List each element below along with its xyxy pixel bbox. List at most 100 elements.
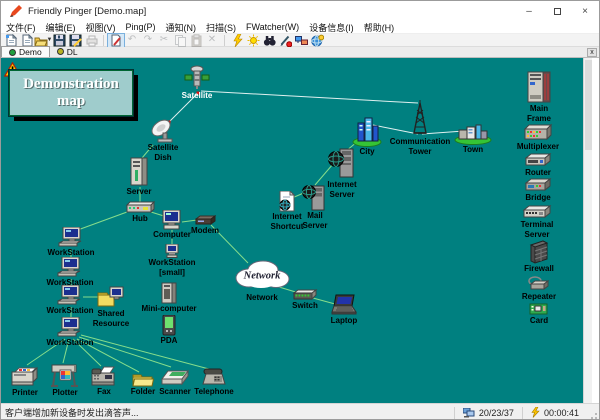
open-button[interactable]: ▼ bbox=[35, 34, 51, 47]
toolbar-separator bbox=[224, 35, 225, 46]
device-label: Main bbox=[499, 105, 579, 114]
device-counter-panel: 20/23/37 bbox=[455, 404, 522, 420]
termserver-icon bbox=[522, 205, 552, 220]
toolbar-separator bbox=[103, 35, 104, 46]
folder_open-icon bbox=[34, 34, 48, 47]
server-icon bbox=[129, 157, 149, 187]
device-label: Frame bbox=[499, 115, 579, 124]
menu-item-8[interactable]: 帮助(H) bbox=[359, 21, 400, 34]
device-label: [small] bbox=[132, 269, 212, 278]
device-repeater[interactable]: Repeater bbox=[499, 275, 579, 302]
scan-icon bbox=[295, 34, 308, 47]
menu-item-2[interactable]: 视图(V) bbox=[81, 21, 121, 34]
device-workstation-1[interactable]: WorkStation bbox=[31, 227, 111, 258]
cloud-icon: Network bbox=[233, 257, 291, 293]
pda-icon bbox=[162, 315, 177, 336]
paste-button[interactable] bbox=[188, 34, 204, 47]
scrollbar-thumb[interactable] bbox=[585, 60, 592, 150]
device-counter: 20/23/37 bbox=[479, 408, 514, 418]
device-laptop[interactable]: Laptop bbox=[304, 294, 384, 326]
redo-button[interactable]: ↷ bbox=[140, 34, 156, 47]
edit_mode-icon bbox=[110, 34, 123, 47]
device-satellite-dish[interactable]: SatelliteDish bbox=[123, 119, 203, 162]
device-workstation-small[interactable]: WorkStation[small] bbox=[132, 244, 212, 277]
menu-item-6[interactable]: FWatcher(W) bbox=[241, 21, 304, 34]
tab-close-button[interactable]: x bbox=[587, 48, 597, 57]
status-message: 客户端增加新设备时发出滴答声... bbox=[1, 406, 454, 419]
device-label: WorkStation bbox=[30, 339, 110, 348]
export-button[interactable] bbox=[67, 34, 83, 47]
delete-icon: ✕ bbox=[208, 35, 216, 45]
network-map-canvas[interactable]: Demonstration map Satellite SatelliteDish… bbox=[1, 58, 592, 403]
bolt-icon bbox=[231, 34, 244, 47]
map-title-line1: Demonstration bbox=[23, 76, 119, 93]
city-icon bbox=[352, 117, 382, 147]
archive-button[interactable] bbox=[83, 34, 99, 47]
modem-icon bbox=[194, 214, 216, 226]
device-modem[interactable]: Modem bbox=[165, 214, 245, 236]
copy-button[interactable] bbox=[172, 34, 188, 47]
save-button[interactable] bbox=[51, 34, 67, 47]
device-multiplexer[interactable]: Multiplexer bbox=[498, 123, 578, 152]
menu-item-0[interactable]: 文件(F) bbox=[1, 21, 41, 34]
device-label: Mail bbox=[275, 212, 355, 221]
device-pda[interactable]: PDA bbox=[129, 315, 209, 346]
laptop-icon bbox=[330, 294, 358, 316]
satellite-icon bbox=[184, 65, 210, 91]
device-server[interactable]: Server bbox=[99, 157, 179, 197]
device-label: PDA bbox=[129, 337, 209, 346]
fwatcher-button[interactable] bbox=[309, 34, 325, 47]
cut-button[interactable]: ✂ bbox=[156, 34, 172, 47]
pen_red-icon bbox=[279, 34, 292, 47]
device-satellite[interactable]: Satellite bbox=[157, 65, 237, 101]
binoculars-icon bbox=[263, 34, 276, 47]
menu-item-1[interactable]: 编辑(E) bbox=[41, 21, 81, 34]
device-label: Laptop bbox=[304, 317, 384, 326]
workstation-icon bbox=[56, 257, 84, 278]
device-terminal-server[interactable]: TerminalServer bbox=[497, 205, 577, 239]
menu-item-4[interactable]: 通知(N) bbox=[161, 21, 202, 34]
tab-status-ball-icon bbox=[57, 48, 64, 55]
sun-icon bbox=[247, 34, 260, 47]
tab-label: Demo bbox=[19, 47, 42, 57]
device-firewall[interactable]: Firewall bbox=[499, 239, 579, 274]
device-label: Multiplexer bbox=[498, 143, 578, 152]
device-bridge[interactable]: Bridge bbox=[498, 178, 578, 203]
menu-item-7[interactable]: 设备信息(I) bbox=[304, 21, 359, 34]
card-icon bbox=[529, 302, 549, 316]
map-title-box: Demonstration map bbox=[9, 70, 133, 116]
new-map-button[interactable] bbox=[3, 34, 19, 47]
find-button[interactable] bbox=[261, 34, 277, 47]
device-workstation-2[interactable]: WorkStation bbox=[30, 257, 110, 288]
edit-mode-button[interactable] bbox=[108, 34, 124, 47]
maximize-button[interactable] bbox=[543, 1, 571, 21]
telephone-icon bbox=[201, 367, 227, 387]
minimize-button[interactable]: – bbox=[515, 1, 543, 21]
device-router[interactable]: Router bbox=[498, 153, 578, 178]
tab-demo[interactable]: Demo bbox=[1, 46, 50, 57]
delete-button[interactable]: ✕ bbox=[204, 34, 220, 47]
cut-icon: ✂ bbox=[160, 35, 168, 45]
device-main-frame[interactable]: MainFrame bbox=[499, 71, 579, 123]
device-telephone[interactable]: Telephone bbox=[174, 367, 254, 397]
close-button[interactable]: × bbox=[571, 1, 599, 21]
device-card[interactable]: Card bbox=[499, 302, 579, 326]
ping-button[interactable] bbox=[229, 34, 245, 47]
minicomputer-icon bbox=[160, 282, 178, 304]
tab-dl[interactable]: DL bbox=[50, 46, 85, 57]
tab-status-ball-icon bbox=[9, 49, 16, 56]
device-workstation-4[interactable]: WorkStation bbox=[30, 317, 110, 348]
vertical-scrollbar[interactable] bbox=[583, 58, 592, 403]
device-mini-computer[interactable]: Mini-computer bbox=[129, 282, 209, 314]
multiplexer-icon bbox=[523, 123, 553, 142]
alarm-button[interactable] bbox=[245, 34, 261, 47]
ws_small-icon bbox=[164, 244, 180, 258]
workstation-icon bbox=[56, 317, 84, 338]
menu-item-3[interactable]: Ping(P) bbox=[121, 21, 161, 34]
resize-grip[interactable] bbox=[587, 404, 599, 420]
undo-button[interactable]: ↶ bbox=[124, 34, 140, 47]
scan-button[interactable] bbox=[293, 34, 309, 47]
computers-icon bbox=[463, 408, 475, 418]
menu-item-5[interactable]: 扫描(S) bbox=[201, 21, 241, 34]
log-button[interactable] bbox=[277, 34, 293, 47]
